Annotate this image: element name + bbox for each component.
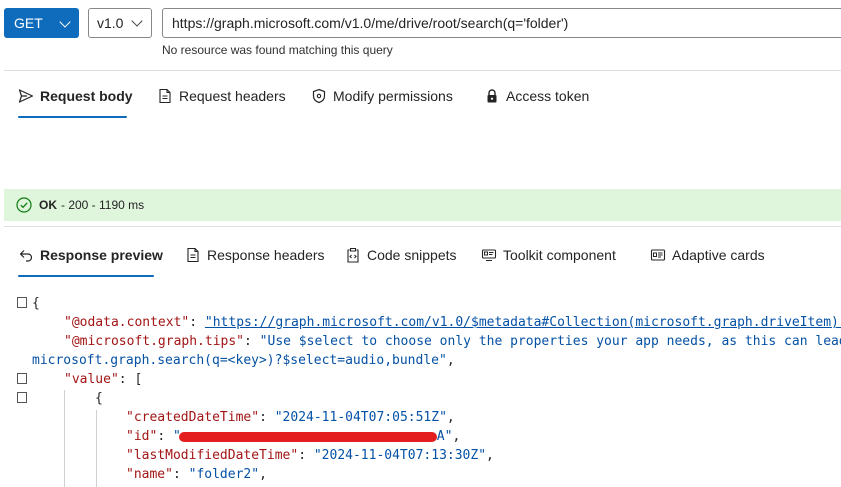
tab-label: Access token [506,88,590,104]
shield-icon [312,88,326,104]
clipboard-code-icon [347,247,359,263]
undo-arrow-icon [19,250,33,262]
tab-label: Response preview [40,247,163,263]
divider [4,70,841,71]
json-string: microsoft.graph.search(q=<key>)?$select=… [32,353,447,368]
json-line: "createdDateTime": "2024-11-04T07:05:51Z… [126,410,455,425]
active-tab-indicator [18,116,127,118]
chevron-down-icon [59,16,71,28]
send-icon [18,89,34,103]
json-key: "id" [126,429,158,444]
tab-toolkit-component[interactable]: Toolkit component [481,247,616,263]
json-key: "value" [64,372,119,387]
indent-guide [64,390,65,487]
lock-icon [487,89,497,103]
json-line: "@odata.context": "https://graph.microso… [64,314,841,332]
checkmark-circle-icon [16,197,32,213]
divider [4,226,841,227]
json-line: "@microsoft.graph.tips": "Use $select to… [64,333,841,351]
document-icon [187,247,199,263]
tab-request-headers[interactable]: Request headers [157,88,286,104]
json-line: "value": [ [64,372,143,387]
response-status-bar: OK - 200 - 1190 ms [4,189,841,221]
http-method-dropdown[interactable]: GET [4,8,79,38]
fold-toggle[interactable] [17,297,27,308]
tab-label: Request body [40,88,133,104]
tab-label: Adaptive cards [672,247,765,263]
json-key: "@microsoft.graph.tips" [64,334,245,349]
json-line: "name": "folder2", [126,467,267,482]
api-version-label: v1.0 [97,15,124,31]
json-key: "lastModifiedDateTime" [126,448,299,463]
tab-label: Request headers [179,88,286,104]
json-key: "@odata.context" [64,315,190,330]
tab-label: Toolkit component [503,247,616,263]
tab-label: Modify permissions [333,88,453,104]
request-url-input[interactable] [162,8,841,38]
json-line: "lastModifiedDateTime": "2024-11-04T07:1… [126,448,494,463]
json-string: "2024-11-04T07:13:30Z" [313,448,487,463]
fold-toggle[interactable] [17,373,27,384]
indent-guide [96,410,97,487]
status-ok-label: OK [39,198,57,212]
json-key: "name" [126,467,173,482]
json-line: { [32,296,40,311]
status-detail: - 200 - 1190 ms [61,198,145,212]
api-version-dropdown[interactable]: v1.0 [88,8,152,38]
document-icon [159,88,171,104]
toolkit-icon [481,249,497,261]
tab-access-token[interactable]: Access token [484,88,589,104]
json-line: "id": " A", [126,429,461,444]
tab-response-preview[interactable]: Response preview [18,247,163,263]
tab-label: Response headers [207,247,325,263]
tab-code-snippets[interactable]: Code snippets [345,247,457,263]
tab-label: Code snippets [367,247,457,263]
json-line: microsoft.graph.search(q=<key>)?$select=… [32,353,455,368]
fold-toggle[interactable] [17,392,27,403]
json-key: "createdDateTime" [126,410,260,425]
url-validation-message: No resource was found matching this quer… [162,43,393,57]
tab-modify-permissions[interactable]: Modify permissions [311,88,453,104]
http-method-label: GET [14,15,43,31]
tab-adaptive-cards[interactable]: Adaptive cards [650,247,765,263]
json-string: "2024-11-04T07:05:51Z" [274,410,447,425]
json-string: "folder2" [188,467,260,482]
chevron-down-icon [131,15,143,27]
active-tab-indicator [18,275,154,277]
json-string: "Use $select to choose only the properti… [259,334,841,349]
card-icon [650,249,666,261]
tab-request-body[interactable]: Request body [18,88,133,104]
odata-context-link[interactable]: "https://graph.microsoft.com/v1.0/$metad… [205,315,841,330]
redaction-bar [178,431,437,442]
json-line: { [95,391,103,406]
tab-response-headers[interactable]: Response headers [185,247,325,263]
